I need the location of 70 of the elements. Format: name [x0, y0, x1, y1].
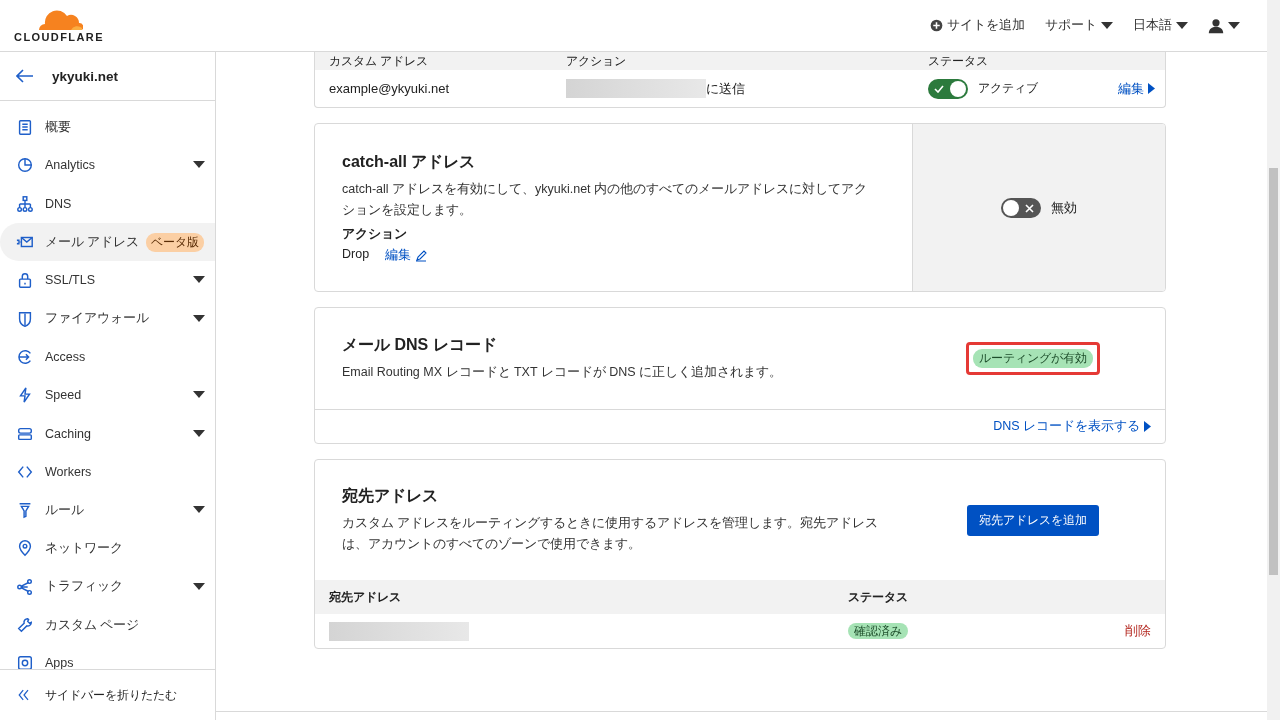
nav-menu-link[interactable]: サポート — [1045, 17, 1113, 34]
toggle-switch[interactable] — [1001, 198, 1041, 218]
sidebar-item[interactable]: ファイアウォール — [0, 299, 215, 338]
zone-name: ykyuki.net — [52, 68, 119, 84]
cloudflare-logo[interactable]: CLOUDFLARE — [14, 8, 104, 43]
sidebar-item[interactable]: Analytics — [0, 146, 215, 185]
section-title: メール DNS レコード — [342, 334, 498, 355]
show-dns-records-link[interactable]: DNS レコードを表示する — [993, 418, 1151, 435]
column-header: ステータス — [848, 588, 909, 606]
user-icon — [1208, 17, 1224, 34]
scrollbar[interactable] — [1267, 0, 1280, 720]
sidebar-item[interactable]: メール アドレス ベータ版 — [0, 222, 215, 262]
section-title: 宛先アドレス — [342, 485, 439, 506]
location-pin-icon — [16, 539, 34, 558]
column-header: カスタム アドレス — [329, 52, 430, 70]
field-label: アクション — [342, 226, 408, 243]
sidebar-item[interactable]: トラフィック — [0, 567, 215, 606]
caret-icon — [1228, 21, 1240, 30]
status-text: アクティブ — [978, 80, 1038, 97]
routing-status-badge: ルーティングが有効 — [973, 349, 1093, 368]
caret-icon — [1148, 83, 1155, 94]
lock-icon — [16, 271, 34, 290]
close-icon — [1025, 203, 1034, 213]
sidebar-item[interactable]: DNS — [0, 184, 215, 223]
sidebar-item[interactable]: 概要 — [0, 108, 215, 147]
wrench-icon — [16, 616, 34, 634]
pencil-icon — [415, 249, 428, 262]
sidebar-item[interactable]: Caching — [0, 414, 215, 453]
section-title: catch-all アドレス — [342, 152, 477, 172]
sidebar-item[interactable]: Apps — [0, 644, 215, 669]
caret-icon — [1176, 21, 1188, 30]
action-cell: に送信 — [706, 79, 745, 98]
toggle-switch[interactable] — [928, 78, 968, 99]
clipboard-icon — [16, 118, 34, 137]
action-value: Drop — [342, 247, 370, 263]
sidebar-item[interactable]: ネットワーク — [0, 529, 215, 568]
column-header: アクション — [566, 52, 627, 70]
nav-menu-link[interactable]: 日本語 — [1133, 17, 1188, 34]
sidebar-item[interactable]: カスタム ページ — [0, 605, 215, 645]
section-description: カスタム アドレスをルーティングするときに使用するアドレスを管理します。宛先アドレスは、アカウントのすべてのゾーンで使用できます。 — [342, 514, 880, 553]
section-description: Email Routing MX レコードと TXT レコードが DNS に正しく追加されます。 — [342, 363, 783, 381]
back-arrow-icon[interactable] — [16, 69, 34, 83]
verified-badge: 確認済み — [848, 623, 908, 639]
delete-link[interactable]: 削除 — [1125, 622, 1151, 640]
network-icon — [16, 194, 34, 213]
custom-address-cell-text: example@ykyuki.net — [329, 81, 451, 96]
edit-link[interactable]: 編集 — [385, 247, 428, 264]
caret-icon — [1101, 21, 1113, 30]
sidebar-item[interactable]: ルール — [0, 490, 215, 530]
pie-chart-icon — [16, 156, 34, 175]
caret-icon — [1144, 421, 1151, 432]
sidebar-item[interactable]: Access — [0, 337, 215, 377]
add-site-link[interactable]: サイトを追加 — [930, 17, 1025, 34]
plus-circle-icon — [930, 19, 943, 32]
column-header: ステータス — [928, 52, 989, 70]
sidebar-item[interactable]: Workers — [0, 452, 215, 491]
sidebar-item[interactable]: SSL/TLS — [0, 261, 215, 300]
section-description: catch-all アドレスを有効にして、ykyuki.net 内の他のすべてのメールアドレスに対してアクションを設定します。 — [342, 181, 869, 219]
collapse-sidebar-button[interactable]: サイドバーを折りたたむ — [0, 669, 215, 720]
check-icon — [934, 84, 944, 93]
beta-badge: ベータ版 — [146, 232, 205, 252]
lightning-icon — [16, 386, 34, 405]
user-menu-button[interactable] — [1208, 17, 1240, 34]
edit-link[interactable]: 編集 — [1118, 79, 1155, 98]
shield-icon — [16, 309, 34, 328]
column-header: 宛先アドレス — [329, 588, 402, 606]
status-text: 無効 — [1051, 199, 1077, 217]
add-destination-button[interactable]: 宛先アドレスを追加 — [967, 504, 1099, 536]
sidebar-item[interactable]: Speed — [0, 376, 215, 415]
share-nodes-icon — [16, 577, 34, 596]
